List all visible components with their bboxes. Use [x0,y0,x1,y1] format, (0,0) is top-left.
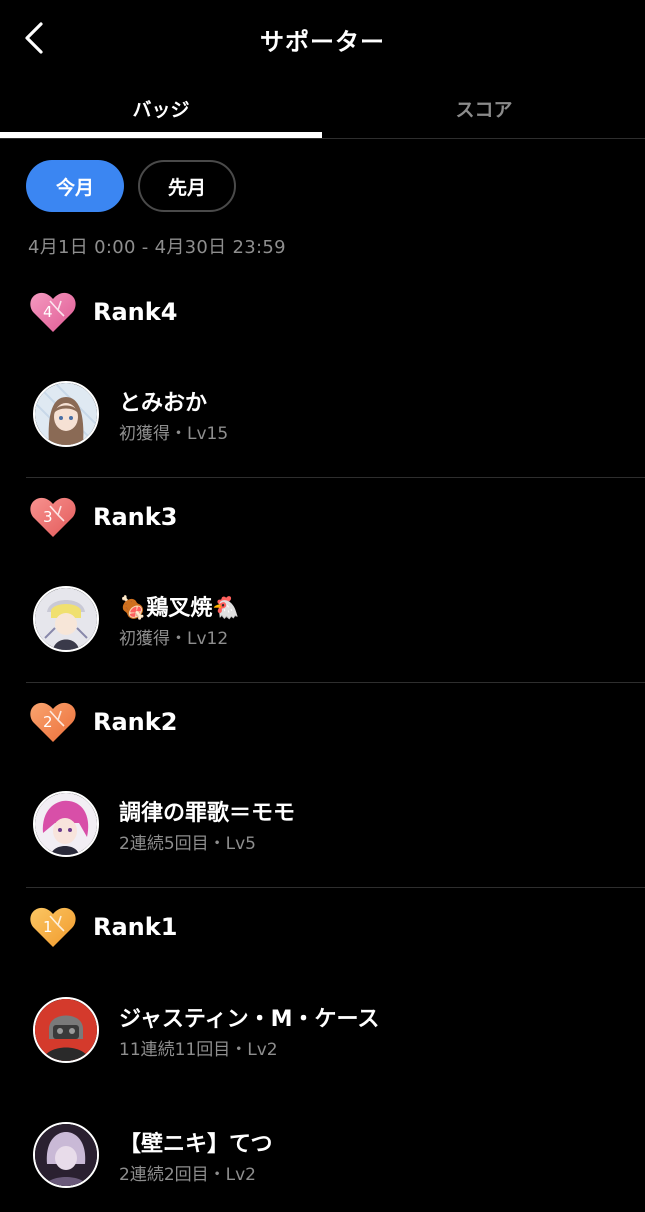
divider [26,682,645,683]
last-month-chip[interactable]: 先月 [138,160,236,212]
app-header: サポーター [0,0,645,78]
divider [26,477,645,478]
avatar [33,381,99,447]
rank-label: Rank3 [93,503,178,531]
svg-text:3: 3 [43,508,53,526]
avatar [33,586,99,652]
user-detail: 2連続2回目・Lv2 [119,1165,256,1185]
rank-label: Rank4 [93,298,178,326]
user-name: 調律の罪歌＝モモ [119,801,296,826]
this-month-chip[interactable]: 今月 [26,160,124,212]
heart-badge-icon: 2 [30,702,76,742]
user-name: ジャスティン・M・ケース [119,1007,380,1032]
rank-header-4: 4 Rank4 [28,286,177,338]
user-detail: 初獲得・Lv15 [119,424,229,444]
active-tab-indicator [0,132,322,138]
user-name: 【壁ニキ】てつ [119,1132,273,1157]
rank-label: Rank2 [93,708,178,736]
avatar [33,997,99,1063]
avatar [33,791,99,857]
rank-label: Rank1 [93,913,178,941]
user-detail: 11連続11回目・Lv2 [119,1040,278,1060]
heart-badge-icon: 3 [30,497,76,537]
supporter-row[interactable]: 調律の罪歌＝モモ 2連続5回目・Lv5 [0,791,645,881]
supporter-row[interactable]: 🍖鶏叉焼🐔 初獲得・Lv12 [0,586,645,676]
divider [26,887,645,888]
supporter-row[interactable]: とみおか 初獲得・Lv15 [0,381,645,471]
tab-bar: バッジ スコア [0,78,645,139]
tab-badge[interactable]: バッジ [0,78,322,138]
svg-text:2: 2 [43,713,53,731]
page-title: サポーター [260,28,385,56]
rank-header-3: 3 Rank3 [28,491,177,543]
svg-text:1: 1 [43,918,53,936]
user-detail: 初獲得・Lv12 [119,629,229,649]
avatar [33,1122,99,1188]
period-filter: 今月 先月 [26,160,236,212]
rank-header-2: 2 Rank2 [28,696,177,748]
heart-badge-icon: 4 [30,292,76,332]
tab-score[interactable]: スコア [323,78,645,138]
user-name: とみおか [119,391,208,416]
user-detail: 2連続5回目・Lv5 [119,834,256,854]
svg-text:4: 4 [43,303,53,321]
rank-header-1: 1 Rank1 [28,901,177,953]
date-range: 4月1日 0:00 - 4月30日 23:59 [28,237,286,258]
supporter-row[interactable]: ジャスティン・M・ケース 11連続11回目・Lv2 [0,997,645,1087]
user-name: 🍖鶏叉焼🐔 [119,596,240,621]
supporter-row[interactable]: 【壁ニキ】てつ 2連続2回目・Lv2 [0,1122,645,1212]
heart-badge-icon: 1 [30,907,76,947]
